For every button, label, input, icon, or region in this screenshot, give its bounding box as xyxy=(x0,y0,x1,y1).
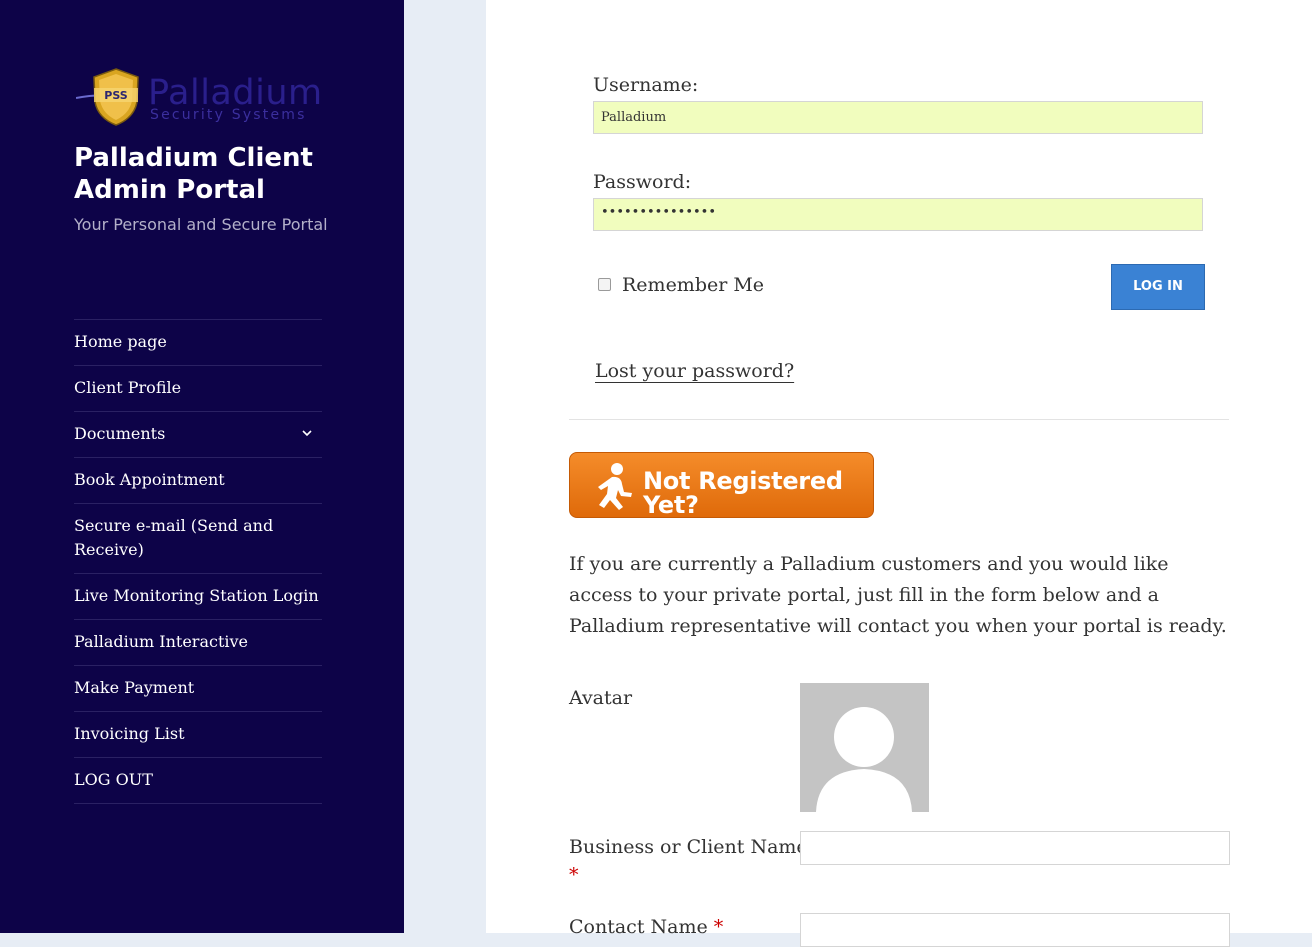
nav-item-secure-email[interactable]: Secure e-mail (Send and Receive) xyxy=(74,503,322,573)
required-asterisk: * xyxy=(713,916,724,938)
remember-me-label: Remember Me xyxy=(622,274,765,296)
lost-password-link[interactable]: Lost your password? xyxy=(595,360,794,382)
company-logo[interactable]: PSS Palladium Security Systems xyxy=(76,66,336,130)
site-title[interactable]: Palladium Client Admin Portal xyxy=(74,142,374,206)
nav-item-label: LOG OUT xyxy=(74,770,153,789)
nav-item-make-payment[interactable]: Make Payment xyxy=(74,665,322,711)
logo-subtitle: Security Systems xyxy=(150,107,307,123)
password-input[interactable]: ••••••••••••••• xyxy=(593,198,1203,231)
divider xyxy=(569,419,1229,420)
avatar-placeholder[interactable] xyxy=(800,683,929,812)
contact-name-label: Contact Name * xyxy=(569,913,723,941)
nav-item-palladium-interactive[interactable]: Palladium Interactive xyxy=(74,619,322,665)
sidebar: PSS Palladium Security Systems Palladium… xyxy=(0,0,404,933)
nav-item-label: Client Profile xyxy=(74,378,182,397)
contact-name-label-text: Contact Name xyxy=(569,916,708,938)
not-registered-button[interactable]: Not Registered Yet? xyxy=(569,452,874,518)
register-intro-text: If you are currently a Palladium custome… xyxy=(569,553,1227,637)
avatar-label: Avatar xyxy=(569,687,633,709)
user-silhouette-icon xyxy=(816,707,912,812)
remember-me-checkbox[interactable] xyxy=(598,278,611,291)
username-input[interactable]: Palladium xyxy=(593,101,1203,134)
nav-item-invoicing-list[interactable]: Invoicing List xyxy=(74,711,322,757)
running-person-icon xyxy=(598,463,632,510)
nav-item-documents[interactable]: Documents xyxy=(74,411,322,457)
required-asterisk: * xyxy=(569,864,579,886)
not-registered-text: Not Registered Yet? xyxy=(643,467,843,519)
nav-item-label: Secure e-mail (Send and Receive) xyxy=(74,516,274,559)
username-label: Username: xyxy=(593,74,699,96)
main-content: Username: Palladium Password: ••••••••••… xyxy=(486,0,1312,947)
password-label: Password: xyxy=(593,171,692,193)
business-name-label-text: Business or Client Name xyxy=(569,836,808,858)
nav-item-label: Palladium Interactive xyxy=(74,632,249,651)
nav-item-label: Documents xyxy=(74,424,166,443)
logo-wordmark: Palladium xyxy=(148,73,323,113)
login-button[interactable]: LOG IN xyxy=(1111,264,1205,310)
svg-text:PSS: PSS xyxy=(104,89,127,102)
nav-item-book-appointment[interactable]: Book Appointment xyxy=(74,457,322,503)
chevron-down-icon[interactable] xyxy=(300,427,314,439)
shield-logo-icon: PSS xyxy=(76,68,139,126)
nav-item-home[interactable]: Home page xyxy=(74,319,322,365)
remember-me[interactable]: Remember Me xyxy=(598,274,764,296)
nav-item-client-profile[interactable]: Client Profile xyxy=(74,365,322,411)
nav-item-label: Live Monitoring Station Login xyxy=(74,586,319,605)
nav-item-label: Home page xyxy=(74,332,167,351)
nav-item-log-out[interactable]: LOG OUT xyxy=(74,757,322,804)
nav-item-live-monitoring[interactable]: Live Monitoring Station Login xyxy=(74,573,322,619)
site-tagline: Your Personal and Secure Portal xyxy=(74,215,328,234)
contact-name-input[interactable] xyxy=(800,913,1230,947)
nav-item-label: Make Payment xyxy=(74,678,195,697)
business-name-input[interactable] xyxy=(800,831,1230,865)
nav-item-label: Book Appointment xyxy=(74,470,225,489)
business-name-label: Business or Client Name * xyxy=(569,833,808,889)
nav-item-label: Invoicing List xyxy=(74,724,185,743)
sidebar-nav: Home page Client Profile Documents Book … xyxy=(74,319,322,804)
